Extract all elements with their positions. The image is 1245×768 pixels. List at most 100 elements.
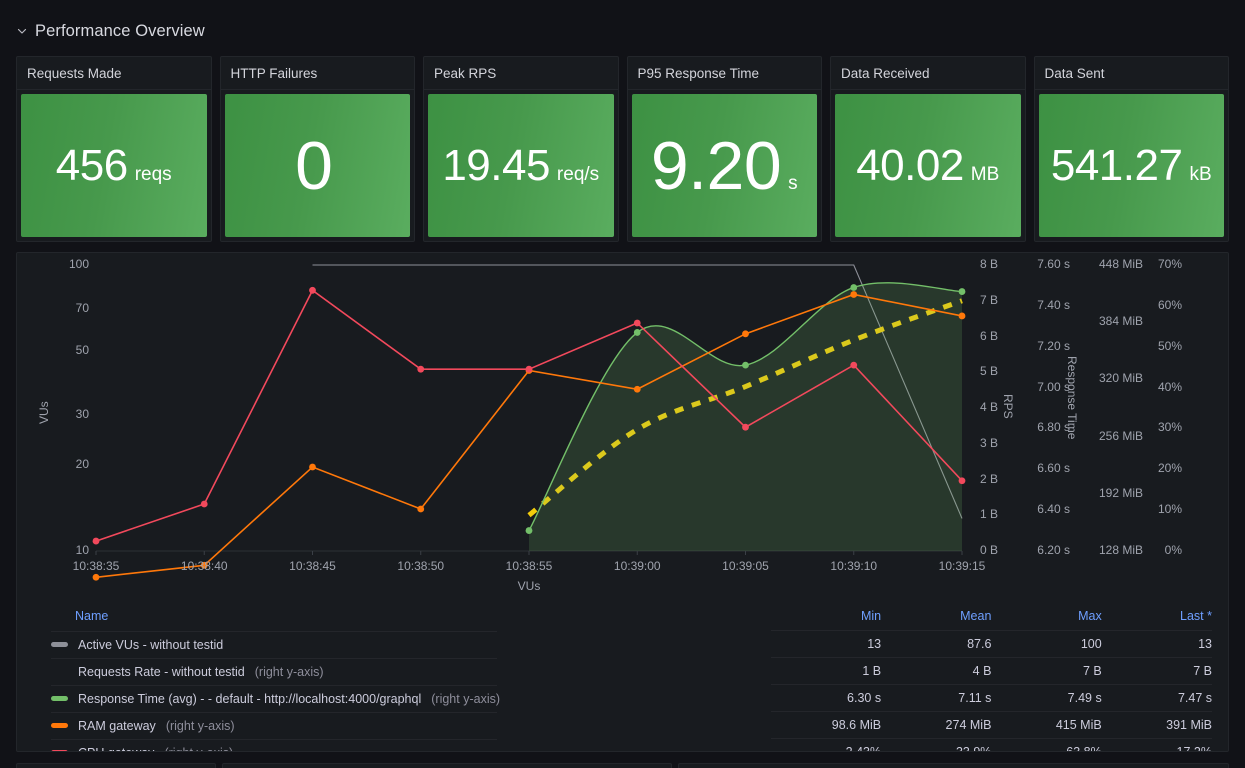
legend-series-name-cell[interactable]: Response Time (avg) - - default - http:/…: [51, 684, 500, 712]
legend-series-name-cell[interactable]: CPU gateway (right y-axis): [51, 738, 498, 752]
chevron-down-icon[interactable]: [16, 25, 28, 37]
stat-value-area: 456 reqs: [21, 94, 207, 237]
percent-axis-tick: 20%: [1157, 461, 1182, 476]
legend-series-name-cell[interactable]: Requests Rate - without testid (right y-…: [51, 657, 498, 685]
stat-unit: kB: [1189, 163, 1212, 185]
stat-value-area: 40.02 MB: [835, 94, 1021, 237]
legend-axis-note: (right y-axis): [164, 746, 233, 752]
vus-axis-name: VUs: [37, 401, 51, 424]
partial-panel[interactable]: [16, 763, 216, 768]
response-time-axis-tick: 7.20 s: [1037, 338, 1070, 353]
stat-panel-data-sent[interactable]: Data Sent 541.27 kB: [1033, 56, 1229, 242]
stat-panel-p95-response-time[interactable]: P95 Response Time 9.20 s: [626, 56, 822, 242]
legend-col-min[interactable]: Min: [771, 603, 881, 631]
legend-value-mean: 33.9%: [881, 738, 992, 751]
legend-value-last: 391 MiB: [1101, 711, 1212, 739]
percent-axis-tick: 60%: [1157, 297, 1182, 312]
series-color-swatch[interactable]: [51, 723, 68, 728]
time-axis-tick: 10:38:40: [180, 559, 228, 573]
legend-row[interactable]: Response Time (avg) - - default - http:/…: [51, 684, 1212, 712]
legend-row[interactable]: RAM gateway (right y-axis) 98.6 MiB 274 Mi…: [51, 711, 1212, 739]
series-color-swatch[interactable]: [51, 642, 68, 647]
series-color-swatch[interactable]: [51, 696, 68, 701]
stat-value-area: 9.20 s: [631, 94, 817, 237]
chart-plot-area[interactable]: 10 20 30 50 70 100 VUs 0 B1 B2 B3 B4 B5 B6 B7 B…: [17, 253, 1228, 598]
legend-value-mean: 87.6: [881, 630, 992, 658]
legend-col-max[interactable]: Max: [991, 603, 1102, 631]
stat-value: 9.20: [650, 127, 782, 204]
memory-axis-tick: 384 MiB: [1098, 314, 1143, 329]
stat-panel-http-failures[interactable]: HTTP Failures 0: [219, 56, 415, 242]
response-time-axis-tick: 7.60 s: [1037, 257, 1070, 271]
legend-value-max: 415 MiB: [991, 711, 1102, 739]
legend-value-min: 13: [770, 630, 882, 658]
memory-axis-tick: 320 MiB: [1098, 371, 1143, 386]
vus-axis-tick: 50: [75, 343, 89, 358]
stat-value: 541.27: [1050, 140, 1183, 190]
time-axis-tick: 10:38:45: [289, 559, 336, 573]
row-header-performance-overview[interactable]: Performance Overview: [16, 18, 205, 44]
stat-panel-row: Requests Made 456 reqs HTTP Failures 0 P…: [16, 56, 1229, 242]
rps-axis-tick: 3 B: [979, 435, 998, 450]
time-axis-tick: 10:39:00: [613, 559, 661, 573]
percent-axis-tick: 30%: [1157, 420, 1182, 435]
legend-value-min: 98.6 MiB: [770, 711, 882, 739]
legend-row[interactable]: Requests Rate - without testid (right y-…: [51, 657, 1212, 685]
partial-panel[interactable]: [222, 763, 672, 768]
percent-axis-tick: 10%: [1157, 502, 1182, 517]
stat-value: 0: [295, 127, 333, 204]
partial-panel[interactable]: [678, 763, 1229, 768]
legend-table: Name Min Mean Max Last * Active VUs - wi…: [17, 603, 1228, 752]
rps-axis-tick: 7 B: [979, 292, 998, 307]
legend-series-label: Active VUs - without testid: [78, 637, 224, 652]
legend-col-mean[interactable]: Mean: [881, 603, 991, 631]
legend-col-name[interactable]: Name: [51, 603, 771, 631]
panel-title: Data Sent: [1034, 57, 1228, 90]
stat-value-area: 0: [224, 94, 410, 237]
legend-row[interactable]: Active VUs - without testid 13 87.6 100 13: [51, 630, 1212, 658]
legend-value-max: 100: [991, 630, 1102, 658]
rps-axis-tick: 2 B: [979, 471, 998, 486]
percent-axis-tick: 70%: [1157, 257, 1182, 271]
legend-series-name-cell[interactable]: Active VUs - without testid: [51, 630, 498, 658]
series-color-swatch[interactable]: [51, 750, 68, 751]
next-row-panels-partial: [0, 760, 1245, 768]
series-color-swatch[interactable]: [51, 669, 68, 674]
legend-axis-note: (right y-axis): [254, 664, 324, 679]
legend-value-last: 17.2%: [1101, 738, 1212, 751]
time-axis-tick: 10:38:55: [505, 559, 553, 573]
stat-value-area: 541.27 kB: [1038, 94, 1224, 237]
legend-value-mean: 7.11 s: [881, 684, 992, 712]
legend-row[interactable]: CPU gateway (right y-axis) 2.43%33.9%63.8…: [51, 738, 1212, 752]
time-axis-tick: 10:38:35: [72, 559, 120, 573]
dashboard: Performance Overview Requests Made 456 r…: [0, 0, 1245, 768]
rps-axis-tick: 0 B: [979, 543, 998, 557]
percent-axis-tick: 50%: [1157, 338, 1182, 353]
legend-series-name-cell[interactable]: RAM gateway (right y-axis): [51, 711, 498, 739]
legend-value-min: 2.43%: [770, 738, 882, 751]
stat-value: 456: [55, 140, 128, 190]
response-time-axis-tick: 6.20 s: [1037, 543, 1070, 557]
stat-panel-peak-rps[interactable]: Peak RPS 19.45 req/s: [423, 56, 619, 242]
time-axis-tick: 10:39:10: [830, 559, 878, 573]
vus-axis-tick: 10: [75, 543, 89, 557]
legend-value-max: 7.49 s: [991, 684, 1102, 712]
legend-value-last: 13: [1101, 630, 1212, 658]
legend-series-label: Requests Rate - without testid: [78, 664, 245, 679]
legend-col-last[interactable]: Last *: [1102, 603, 1212, 631]
timeseries-panel[interactable]: 10 20 30 50 70 100 VUs 0 B1 B2 B3 B4 B5 B6 B7 B…: [16, 252, 1229, 752]
panel-title: P95 Response Time: [627, 57, 821, 90]
rps-axis-tick: 6 B: [979, 328, 998, 343]
response-time-axis-tick: 7.00 s: [1037, 379, 1070, 394]
legend-axis-note: (right y-axis): [165, 718, 235, 733]
stat-panel-data-received[interactable]: Data Received 40.02 MB: [830, 56, 1026, 242]
panel-title: Data Received: [831, 57, 1025, 90]
legend-value-last: 7 B: [1101, 657, 1212, 685]
memory-axis-tick: 256 MiB: [1098, 428, 1143, 443]
stat-panel-requests-made[interactable]: Requests Made 456 reqs: [16, 56, 212, 242]
legend-value-min: 6.30 s: [770, 684, 882, 712]
legend-value-min: 1 B: [770, 657, 882, 685]
response-time-axis-tick: 6.80 s: [1037, 420, 1070, 435]
percent-axis-tick: 0%: [1164, 543, 1182, 557]
stat-unit: MB: [970, 163, 1000, 185]
